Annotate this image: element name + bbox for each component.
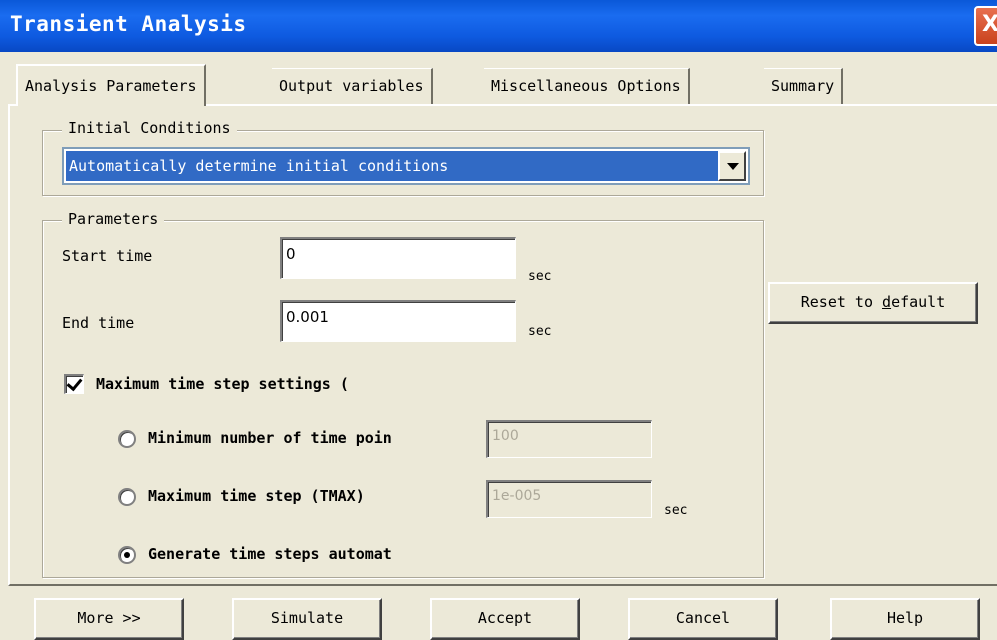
- end-time-label: End time: [62, 314, 135, 332]
- max-step-radio[interactable]: [118, 488, 136, 506]
- start-time-input[interactable]: 0: [280, 237, 516, 279]
- max-step-input[interactable]: 1e-005: [486, 480, 652, 518]
- tab-summary[interactable]: Summary: [764, 68, 844, 104]
- initial-conditions-value: Automatically determine initial conditio…: [65, 150, 719, 182]
- initial-conditions-legend: Initial Conditions: [62, 119, 237, 137]
- start-time-unit: sec: [528, 269, 552, 284]
- end-time-input[interactable]: 0.001: [280, 300, 516, 342]
- auto-steps-radio[interactable]: [118, 546, 136, 564]
- max-step-settings-checkbox[interactable]: [64, 374, 84, 394]
- parameters-legend: Parameters: [62, 210, 165, 228]
- window-title: Transient Analysis: [10, 12, 247, 36]
- simulate-button[interactable]: Simulate: [232, 598, 382, 640]
- end-time-unit: sec: [528, 324, 552, 339]
- tab-miscellaneous-options[interactable]: Miscellaneous Options: [484, 68, 690, 104]
- auto-steps-label: Generate time steps automat: [148, 545, 392, 563]
- max-step-label: Maximum time step (TMAX): [148, 487, 365, 505]
- cancel-button[interactable]: Cancel: [628, 598, 778, 640]
- chevron-down-icon[interactable]: [718, 151, 746, 181]
- more-button[interactable]: More >>: [34, 598, 184, 640]
- min-points-input[interactable]: 100: [486, 420, 652, 458]
- max-step-unit: sec: [664, 503, 688, 518]
- help-button[interactable]: Help: [830, 598, 980, 640]
- reset-to-default-button[interactable]: Reset to default: [768, 282, 978, 324]
- accept-button[interactable]: Accept: [430, 598, 580, 640]
- tab-output-variables[interactable]: Output variables: [272, 68, 433, 104]
- reset-button-label-mnemonic: d: [882, 293, 892, 311]
- close-icon[interactable]: X: [974, 6, 997, 46]
- min-points-label: Minimum number of time poin: [148, 429, 392, 447]
- start-time-label: Start time: [62, 247, 153, 265]
- tab-analysis-parameters[interactable]: Analysis Parameters: [16, 64, 206, 106]
- min-points-radio[interactable]: [118, 430, 136, 448]
- reset-button-label-pre: Reset to: [800, 293, 883, 311]
- initial-conditions-select[interactable]: Automatically determine initial conditio…: [62, 147, 750, 185]
- title-bar[interactable]: Transient Analysis X: [0, 0, 997, 52]
- reset-button-label-post: efault: [891, 293, 946, 311]
- max-step-settings-label: Maximum time step settings (: [96, 375, 349, 393]
